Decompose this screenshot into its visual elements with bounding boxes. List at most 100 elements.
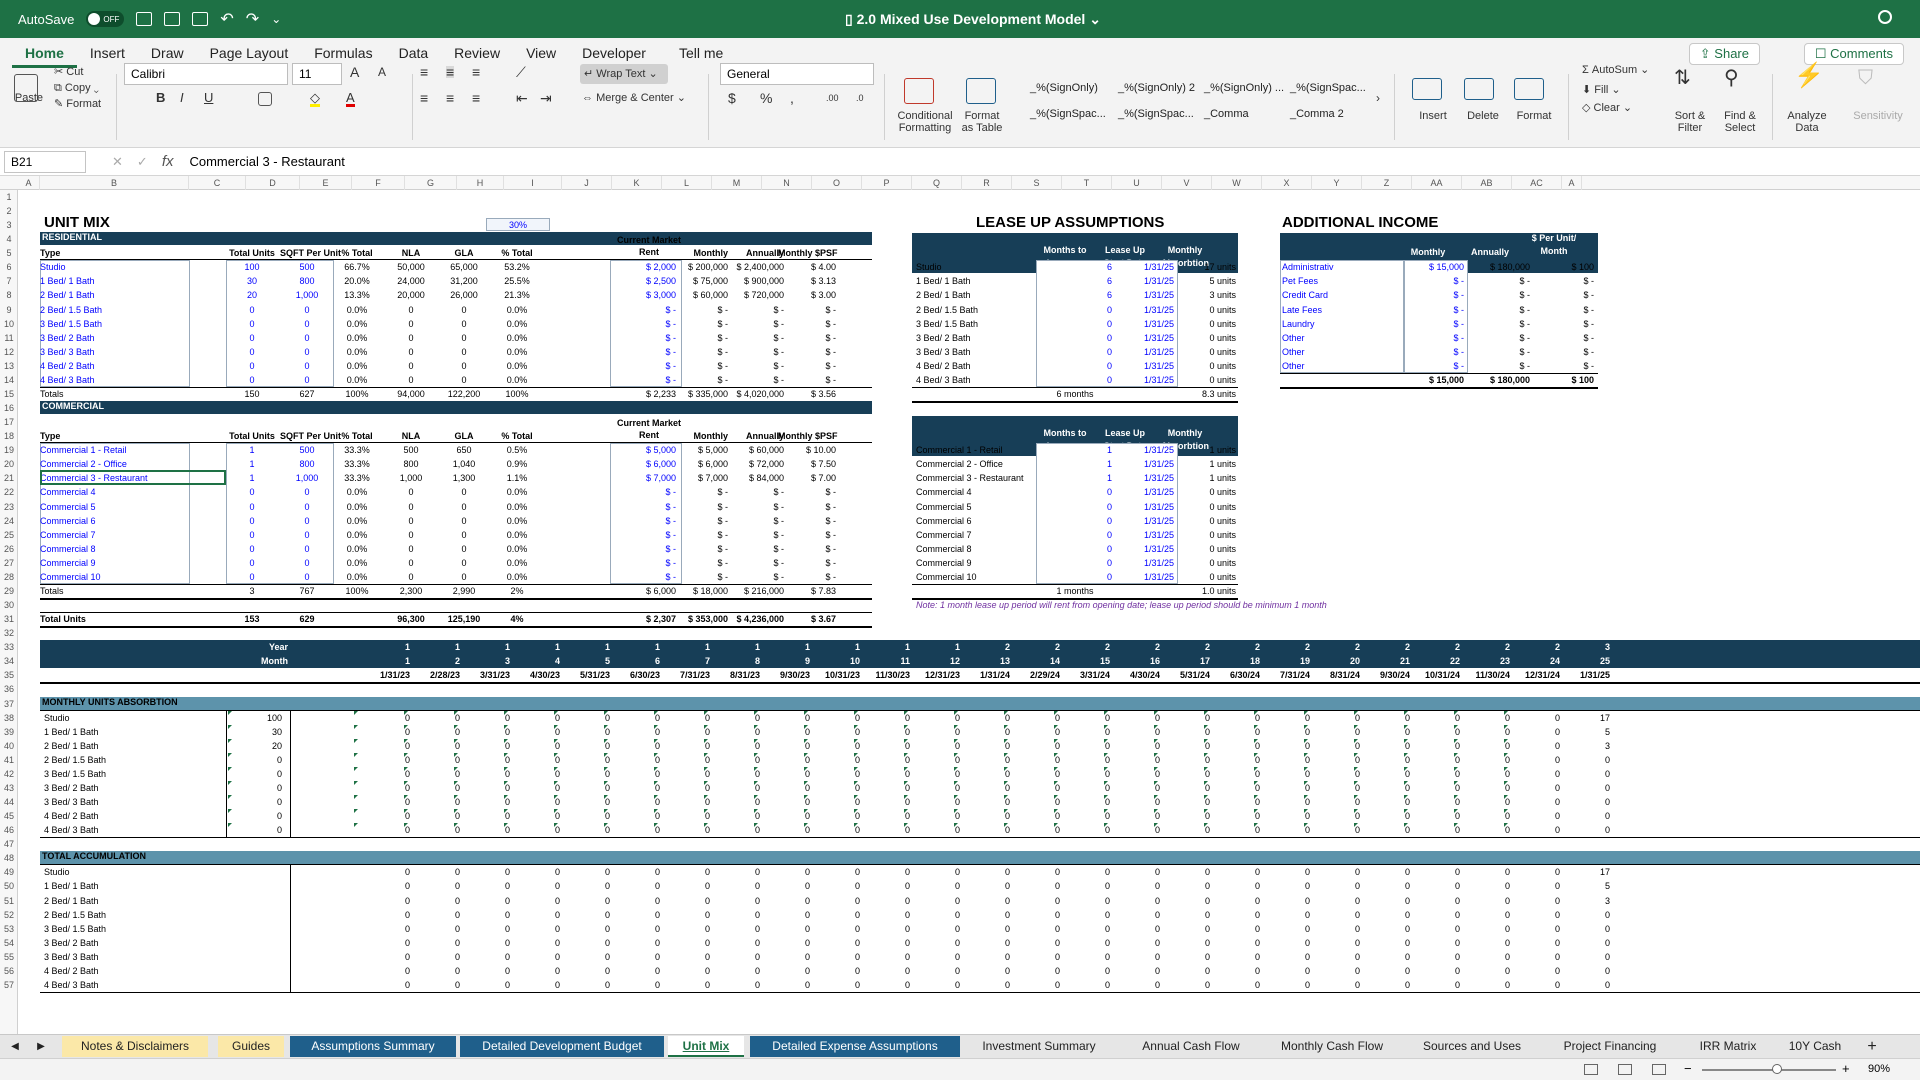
- row-header[interactable]: 12: [0, 345, 18, 359]
- row-header[interactable]: 44: [0, 795, 18, 809]
- income-label-input[interactable]: Late Fees: [1282, 304, 1322, 316]
- undo-icon[interactable]: ↶: [220, 9, 233, 29]
- value-cell[interactable]: 0: [280, 304, 334, 316]
- row-header[interactable]: 33: [0, 640, 18, 654]
- row-header[interactable]: 50: [0, 879, 18, 893]
- value-cell[interactable]: 0: [280, 346, 334, 358]
- type-cell[interactable]: 3 Bed/ 2 Bath: [40, 332, 190, 344]
- income-label-input[interactable]: Other: [1282, 360, 1305, 372]
- row-header[interactable]: 51: [0, 894, 18, 908]
- value-cell[interactable]: 500: [280, 261, 334, 273]
- find-select-button[interactable]: Find & Select: [1718, 110, 1762, 134]
- start-date-input[interactable]: 1/31/25: [1114, 374, 1174, 386]
- sheet-tab-investment-summary[interactable]: Investment Summary: [964, 1036, 1114, 1057]
- row-header[interactable]: 45: [0, 809, 18, 823]
- column-header[interactable]: C: [189, 176, 246, 190]
- row-header[interactable]: 47: [0, 837, 18, 851]
- format-cells-button[interactable]: Format: [1512, 110, 1556, 122]
- column-header[interactable]: S: [1012, 176, 1062, 190]
- zoom-slider-handle[interactable]: [1772, 1064, 1782, 1074]
- value-cell[interactable]: 0: [280, 557, 334, 569]
- align-center-icon[interactable]: ≡: [446, 91, 454, 105]
- increase-font-icon[interactable]: A: [350, 65, 359, 79]
- home-icon[interactable]: [136, 12, 153, 26]
- sheet-tab-project-financing[interactable]: Project Financing: [1546, 1036, 1674, 1057]
- months-input[interactable]: 0: [1038, 529, 1112, 541]
- tab-scroll-left-icon[interactable]: ◀: [8, 1036, 22, 1057]
- row-header[interactable]: 30: [0, 598, 18, 612]
- copy-button[interactable]: ⧉ Copy ⌄: [54, 82, 99, 94]
- start-date-input[interactable]: 1/31/25: [1114, 472, 1174, 484]
- column-header[interactable]: AA: [1412, 176, 1462, 190]
- income-label-input[interactable]: Credit Card: [1282, 289, 1328, 301]
- value-cell[interactable]: $ -: [614, 318, 676, 330]
- row-header[interactable]: 17: [0, 415, 18, 429]
- value-cell[interactable]: $ 5,000: [614, 444, 676, 456]
- months-input[interactable]: 1: [1038, 444, 1112, 456]
- sheet-tab-annual-cash-flow[interactable]: Annual Cash Flow: [1124, 1036, 1258, 1057]
- sensitivity-button[interactable]: Sensitivity: [1848, 110, 1908, 122]
- column-header[interactable]: L: [662, 176, 712, 190]
- paste-button[interactable]: Paste: [14, 92, 44, 104]
- column-header[interactable]: M: [712, 176, 762, 190]
- format-as-table-icon[interactable]: [966, 78, 996, 104]
- start-date-input[interactable]: 1/31/25: [1114, 557, 1174, 569]
- sheet-tab-sources-and-uses[interactable]: Sources and Uses: [1406, 1036, 1538, 1057]
- months-input[interactable]: 0: [1038, 346, 1112, 358]
- months-input[interactable]: 0: [1038, 304, 1112, 316]
- tab-home[interactable]: Home: [12, 38, 77, 68]
- row-header[interactable]: 26: [0, 542, 18, 556]
- months-input[interactable]: 0: [1038, 543, 1112, 555]
- find-select-icon[interactable]: ⚲: [1724, 68, 1739, 88]
- conditional-formatting-icon[interactable]: [904, 78, 934, 104]
- start-date-input[interactable]: 1/31/25: [1114, 515, 1174, 527]
- value-cell[interactable]: $ -: [614, 543, 676, 555]
- type-cell[interactable]: Commercial 8: [40, 543, 190, 555]
- save-icon[interactable]: [164, 12, 181, 26]
- column-header[interactable]: O: [812, 176, 862, 190]
- start-date-input[interactable]: 1/31/25: [1114, 261, 1174, 273]
- sheet-tab-guides[interactable]: Guides: [218, 1036, 284, 1057]
- row-header[interactable]: 4: [0, 232, 18, 246]
- type-cell[interactable]: Commercial 9: [40, 557, 190, 569]
- sort-filter-icon[interactable]: ⇅: [1674, 68, 1691, 88]
- value-cell[interactable]: 100: [223, 261, 281, 273]
- insert-cells-icon[interactable]: [1412, 78, 1442, 100]
- monthly-input[interactable]: $ 15,000: [1404, 261, 1464, 273]
- value-cell[interactable]: 0: [223, 346, 281, 358]
- value-cell[interactable]: $ 3,000: [614, 289, 676, 301]
- start-date-input[interactable]: 1/31/25: [1114, 318, 1174, 330]
- type-cell[interactable]: Commercial 10: [40, 571, 190, 583]
- value-cell[interactable]: 0: [223, 374, 281, 386]
- row-header[interactable]: 43: [0, 781, 18, 795]
- row-header[interactable]: 35: [0, 668, 18, 682]
- months-input[interactable]: 0: [1038, 501, 1112, 513]
- start-date-input[interactable]: 1/31/25: [1114, 571, 1174, 583]
- monthly-input[interactable]: $ -: [1404, 318, 1464, 330]
- page-layout-view-icon[interactable]: [1618, 1064, 1632, 1075]
- value-cell[interactable]: 0: [280, 501, 334, 513]
- value-cell[interactable]: $ -: [614, 515, 676, 527]
- autosave-toggle[interactable]: OFF: [86, 11, 125, 27]
- column-header[interactable]: D: [246, 176, 300, 190]
- value-cell[interactable]: $ -: [614, 529, 676, 541]
- row-header[interactable]: 53: [0, 922, 18, 936]
- income-label-input[interactable]: Other: [1282, 332, 1305, 344]
- selected-cell[interactable]: [40, 470, 226, 486]
- sheet-tab-assumptions-summary[interactable]: Assumptions Summary: [290, 1036, 456, 1057]
- row-header[interactable]: 24: [0, 514, 18, 528]
- cut-button[interactable]: ✂ Cut: [54, 66, 83, 78]
- currency-icon[interactable]: $: [728, 91, 736, 105]
- sheet-area[interactable]: UNIT MIX 30% RESIDENTIAL Type Total Units SQF…: [18, 190, 1920, 1034]
- value-cell[interactable]: 1: [223, 444, 281, 456]
- clear-button[interactable]: ◇ Clear ⌄: [1582, 102, 1632, 114]
- format-as-table-button[interactable]: Format as Table: [960, 110, 1004, 134]
- row-header[interactable]: 32: [0, 626, 18, 640]
- zoom-slider[interactable]: [1702, 1069, 1836, 1071]
- row-header[interactable]: 41: [0, 753, 18, 767]
- column-header[interactable]: R: [962, 176, 1012, 190]
- fill-button[interactable]: ⬇ Fill ⌄: [1582, 84, 1621, 96]
- delete-cells-icon[interactable]: [1464, 78, 1494, 100]
- months-input[interactable]: 6: [1038, 289, 1112, 301]
- bold-button[interactable]: B: [156, 91, 165, 104]
